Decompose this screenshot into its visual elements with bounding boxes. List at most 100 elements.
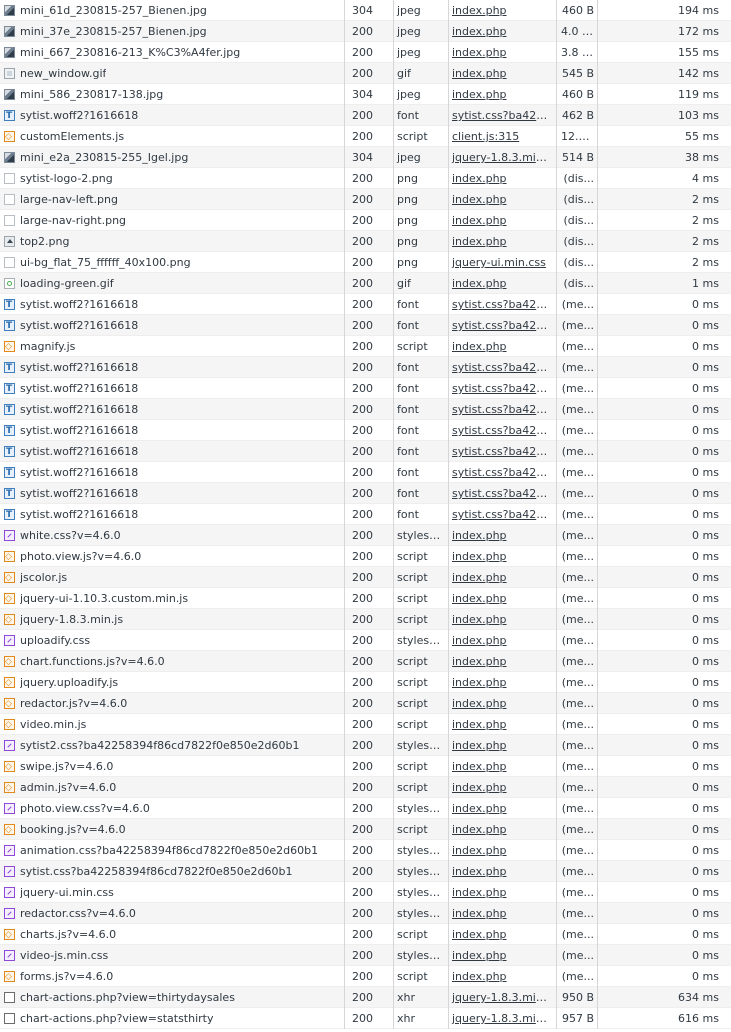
initiator-link[interactable]: index.php xyxy=(452,613,507,626)
name-cell[interactable]: animation.css?ba42258394f86cd7822f0e850e… xyxy=(0,840,345,861)
initiator-link[interactable]: index.php xyxy=(452,781,507,794)
request-row[interactable]: redactor.js?v=4.6.0 200scriptindex.php (me… xyxy=(0,693,731,714)
name-cell[interactable]: large-nav-right.png xyxy=(0,210,345,231)
request-row[interactable]: booking.js?v=4.6.0 200scriptindex.php (me.… xyxy=(0,819,731,840)
name-cell[interactable]: top2.png xyxy=(0,231,345,252)
request-row[interactable]: jquery-ui.min.css 200 stylesh... index.php (… xyxy=(0,882,731,903)
name-cell[interactable]: ui-bg_flat_75_ffffff_40x100.png xyxy=(0,252,345,273)
request-row[interactable]: mini_61d_230815-257_Bienen.jpg 304 jpeg ind… xyxy=(0,0,731,21)
name-cell[interactable]: mini_586_230817-138.jpg xyxy=(0,84,345,105)
name-cell[interactable]: admin.js?v=4.6.0 xyxy=(0,777,345,798)
request-row[interactable]: sytist.css?ba42258394f86cd7822f0e850e2d6… xyxy=(0,861,731,882)
name-cell[interactable]: video-js.min.css xyxy=(0,945,345,966)
initiator-link[interactable]: jquery-ui.min.css xyxy=(452,256,546,269)
request-row[interactable]: sytist.woff2?1616618 200fontsytist.css?ba… xyxy=(0,504,731,525)
initiator-link[interactable]: client.js:315 xyxy=(452,130,519,143)
initiator-link[interactable]: index.php xyxy=(452,592,507,605)
request-row[interactable]: sytist.woff2?1616618 200fontsytist.css?ba… xyxy=(0,294,731,315)
initiator-link[interactable]: jquery-1.8.3.min.... xyxy=(452,991,556,1004)
name-cell[interactable]: sytist.woff2?1616618 xyxy=(0,315,345,336)
name-cell[interactable]: uploadify.css xyxy=(0,630,345,651)
request-row[interactable]: sytist.woff2?1616618 200fontsytist.css?ba… xyxy=(0,357,731,378)
initiator-link[interactable]: sytist.css?ba4225... xyxy=(452,382,556,395)
name-cell[interactable]: mini_37e_230815-257_Bienen.jpg xyxy=(0,21,345,42)
name-cell[interactable]: sytist.woff2?1616618 xyxy=(0,105,345,126)
name-cell[interactable]: mini_e2a_230815-255_Igel.jpg xyxy=(0,147,345,168)
request-row[interactable]: charts.js?v=4.6.0 200scriptindex.php (me..… xyxy=(0,924,731,945)
name-cell[interactable]: redactor.js?v=4.6.0 xyxy=(0,693,345,714)
request-row[interactable]: white.css?v=4.6.0 200 stylesh... index.php (… xyxy=(0,525,731,546)
initiator-link[interactable]: sytist.css?ba4225... xyxy=(452,466,556,479)
name-cell[interactable]: sytist2.css?ba42258394f86cd7822f0e850e2d… xyxy=(0,735,345,756)
request-row[interactable]: animation.css?ba42258394f86cd7822f0e850e… xyxy=(0,840,731,861)
request-row[interactable]: magnify.js 200scriptindex.php (me... 0 ms xyxy=(0,336,731,357)
request-row[interactable]: jquery.uploadify.js 200scriptindex.php (me… xyxy=(0,672,731,693)
name-cell[interactable]: sytist-logo-2.png xyxy=(0,168,345,189)
initiator-link[interactable]: index.php xyxy=(452,928,507,941)
request-row[interactable]: mini_37e_230815-257_Bienen.jpg 200 jpeg ind… xyxy=(0,21,731,42)
name-cell[interactable]: redactor.css?v=4.6.0 xyxy=(0,903,345,924)
initiator-link[interactable]: index.php xyxy=(452,214,507,227)
name-cell[interactable]: sytist.woff2?1616618 xyxy=(0,294,345,315)
initiator-link[interactable]: index.php xyxy=(452,4,507,17)
initiator-link[interactable]: index.php xyxy=(452,718,507,731)
initiator-link[interactable]: jquery-1.8.3.min.... xyxy=(452,151,556,164)
request-row[interactable]: swipe.js?v=4.6.0 200scriptindex.php (me...… xyxy=(0,756,731,777)
name-cell[interactable]: chart.functions.js?v=4.6.0 xyxy=(0,651,345,672)
request-row[interactable]: admin.js?v=4.6.0 200scriptindex.php (me...… xyxy=(0,777,731,798)
initiator-link[interactable]: sytist.css?ba4225... xyxy=(452,361,556,374)
initiator-link[interactable]: sytist.css?ba4225... xyxy=(452,109,556,122)
request-row[interactable]: jquery-ui-1.10.3.custom.min.js 200scripti… xyxy=(0,588,731,609)
request-row[interactable]: large-nav-left.png 200 png index.php (dis...… xyxy=(0,189,731,210)
name-cell[interactable]: customElements.js xyxy=(0,126,345,147)
initiator-link[interactable]: jquery-1.8.3.min.... xyxy=(452,1012,556,1025)
initiator-link[interactable]: index.php xyxy=(452,277,507,290)
request-row[interactable]: sytist.woff2?1616618 200fontsytist.css?ba… xyxy=(0,315,731,336)
initiator-link[interactable]: index.php xyxy=(452,67,507,80)
initiator-link[interactable]: index.php xyxy=(452,655,507,668)
request-row[interactable]: jscolor.js 200scriptindex.php (me... 0 ms xyxy=(0,567,731,588)
request-row[interactable]: uploadify.css 200 stylesh... index.php (me..… xyxy=(0,630,731,651)
request-row[interactable]: photo.view.js?v=4.6.0 200scriptindex.php (… xyxy=(0,546,731,567)
initiator-link[interactable]: sytist.css?ba4225... xyxy=(452,319,556,332)
name-cell[interactable]: forms.js?v=4.6.0 xyxy=(0,966,345,987)
initiator-link[interactable]: sytist.css?ba4225... xyxy=(452,403,556,416)
initiator-link[interactable]: index.php xyxy=(452,739,507,752)
initiator-link[interactable]: index.php xyxy=(452,571,507,584)
request-row[interactable]: photo.view.css?v=4.6.0 200 stylesh... index… xyxy=(0,798,731,819)
name-cell[interactable]: magnify.js xyxy=(0,336,345,357)
initiator-link[interactable]: index.php xyxy=(452,193,507,206)
request-row[interactable]: new_window.gif 200 gif index.php 545 B 142 ms xyxy=(0,63,731,84)
name-cell[interactable]: chart-actions.php?view=statsthirty xyxy=(0,1008,345,1029)
request-row[interactable]: video.min.js 200scriptindex.php (me... 0 ms xyxy=(0,714,731,735)
name-cell[interactable]: white.css?v=4.6.0 xyxy=(0,525,345,546)
initiator-link[interactable]: index.php xyxy=(452,823,507,836)
request-row[interactable]: large-nav-right.png 200 png index.php (dis..… xyxy=(0,210,731,231)
name-cell[interactable]: charts.js?v=4.6.0 xyxy=(0,924,345,945)
request-row[interactable]: sytist.woff2?1616618 200fontsytist.css?ba… xyxy=(0,483,731,504)
initiator-link[interactable]: sytist.css?ba4225... xyxy=(452,508,556,521)
name-cell[interactable]: jquery-1.8.3.min.js xyxy=(0,609,345,630)
request-row[interactable]: sytist-logo-2.png 200 png index.php (dis... 4… xyxy=(0,168,731,189)
initiator-link[interactable]: sytist.css?ba4225... xyxy=(452,445,556,458)
request-row[interactable]: jquery-1.8.3.min.js 200scriptindex.php (me… xyxy=(0,609,731,630)
request-row[interactable]: loading-green.gif 200 gif index.php (dis... 1… xyxy=(0,273,731,294)
request-row[interactable]: top2.png 200 png index.php (dis... 2 ms xyxy=(0,231,731,252)
initiator-link[interactable]: index.php xyxy=(452,172,507,185)
name-cell[interactable]: jquery.uploadify.js xyxy=(0,672,345,693)
name-cell[interactable]: large-nav-left.png xyxy=(0,189,345,210)
name-cell[interactable]: booking.js?v=4.6.0 xyxy=(0,819,345,840)
name-cell[interactable]: sytist.woff2?1616618 xyxy=(0,441,345,462)
request-row[interactable]: chart.functions.js?v=4.6.0 200scriptindex… xyxy=(0,651,731,672)
initiator-link[interactable]: index.php xyxy=(452,25,507,38)
initiator-link[interactable]: index.php xyxy=(452,529,507,542)
name-cell[interactable]: sytist.woff2?1616618 xyxy=(0,504,345,525)
request-row[interactable]: chart-actions.php?view=statsthirty 200 xhr… xyxy=(0,1008,731,1029)
initiator-link[interactable]: index.php xyxy=(452,235,507,248)
name-cell[interactable]: photo.view.css?v=4.6.0 xyxy=(0,798,345,819)
request-row[interactable]: customElements.js 200scriptclient.js:315 1… xyxy=(0,126,731,147)
initiator-link[interactable]: index.php xyxy=(452,46,507,59)
request-row[interactable]: sytist.woff2?1616618 200fontsytist.css?ba… xyxy=(0,462,731,483)
name-cell[interactable]: sytist.css?ba42258394f86cd7822f0e850e2d6… xyxy=(0,861,345,882)
request-row[interactable]: chart-actions.php?view=thirtydaysales 200… xyxy=(0,987,731,1008)
